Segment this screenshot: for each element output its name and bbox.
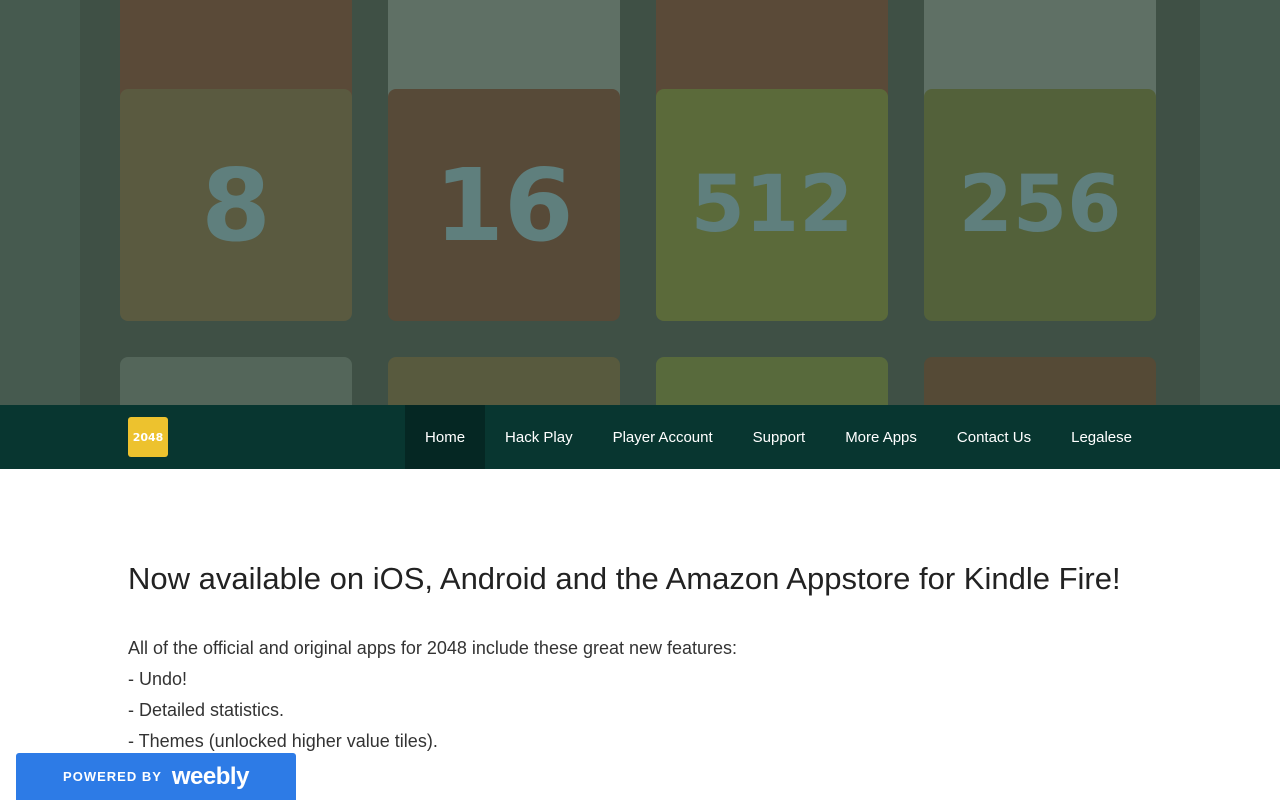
nav-item-home[interactable]: Home <box>405 405 486 469</box>
tile-16: 16 <box>388 89 620 321</box>
feature-list: All of the official and original apps fo… <box>128 633 1128 757</box>
page-heading: Now available on iOS, Android and the Am… <box>128 561 1121 596</box>
features-intro: All of the official and original apps fo… <box>128 638 738 658</box>
tile <box>656 357 888 405</box>
main-nav: 2048 Home Hack Play Player Account Suppo… <box>0 405 1280 469</box>
tile <box>120 357 352 405</box>
site-logo[interactable]: 2048 <box>128 417 168 457</box>
feature-item: - Undo! <box>128 669 188 689</box>
tile <box>924 357 1156 405</box>
nav-item-support[interactable]: Support <box>733 405 826 469</box>
tile-512: 512 <box>656 89 888 321</box>
powered-by-weebly-badge[interactable]: POWERED BY weebly <box>16 753 296 800</box>
badge-prefix: POWERED BY <box>63 769 162 784</box>
weebly-logo: weebly <box>171 762 250 790</box>
feature-item: - Detailed statistics. <box>128 700 285 720</box>
tile-8: 8 <box>120 89 352 321</box>
nav-item-contact-us[interactable]: Contact Us <box>937 405 1051 469</box>
tile-256: 256 <box>924 89 1156 321</box>
nav-item-more-apps[interactable]: More Apps <box>825 405 937 469</box>
nav-item-hack-play[interactable]: Hack Play <box>485 405 593 469</box>
nav-menu: Home Hack Play Player Account Support Mo… <box>405 405 1152 469</box>
nav-item-player-account[interactable]: Player Account <box>593 405 733 469</box>
hero-banner: 8 16 512 256 <box>0 0 1280 405</box>
nav-item-legalese[interactable]: Legalese <box>1051 405 1152 469</box>
tile <box>388 357 620 405</box>
main-content: Now available on iOS, Android and the Am… <box>128 560 1128 757</box>
game-board: 8 16 512 256 <box>80 0 1200 405</box>
